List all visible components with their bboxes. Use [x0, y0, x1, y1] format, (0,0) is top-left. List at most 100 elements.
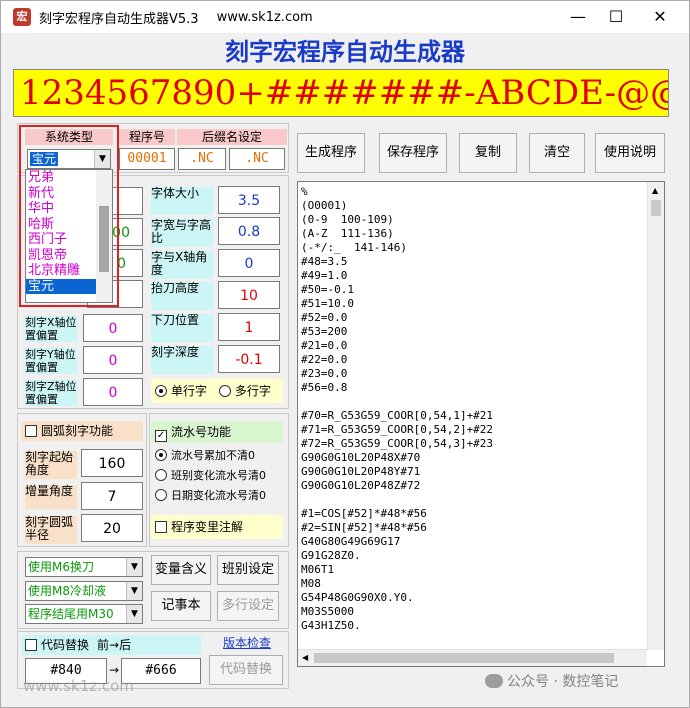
width-ratio-label: 字宽与字高比	[151, 218, 213, 247]
replace-checkbox[interactable]: 代码替换 前→后	[21, 635, 201, 655]
x-angle-label: 字与X轴角度	[151, 251, 213, 279]
shift-setting-button[interactable]: 班别设定	[217, 555, 279, 585]
scrollbar-thumb[interactable]	[314, 653, 614, 663]
multi-setting-button[interactable]: 多行设定	[217, 591, 279, 621]
code-line: (A-Z 111-136)	[301, 227, 394, 240]
clear-button[interactable]: 清空	[529, 133, 585, 173]
code-replace-button[interactable]: 代码替换	[209, 655, 283, 685]
increment-angle-input[interactable]: 7	[81, 482, 143, 510]
code-line: #52=0.0	[301, 311, 348, 324]
code-line: #21=0.0	[301, 339, 348, 352]
comment-checkbox-label: 程序变里注解	[171, 520, 244, 534]
code-line: M03S5000	[301, 605, 354, 618]
watermark-left: www.sk1z.com	[23, 677, 134, 695]
multi-line-radio[interactable]: 多行字	[218, 384, 271, 398]
m8-select[interactable]: 使用M8冷却液 ▼	[25, 581, 143, 601]
checkbox-empty-icon	[25, 639, 37, 651]
x-offset-label: 刻字X轴位置偏置	[25, 316, 77, 342]
code-line: #71=R_G53G59_COOR[0,54,2]+#22	[301, 423, 494, 436]
code-line: #22=0.0	[301, 353, 348, 366]
suffix-input-2[interactable]: .NC	[229, 148, 285, 170]
arc-radius-input[interactable]: 20	[81, 514, 143, 542]
code-output[interactable]: % (O0001) (0-9 100-109) (A-Z 111-136) (-*/:_…	[297, 181, 665, 667]
code-line: G90G0G10L20P48Y#71	[301, 465, 421, 478]
x-offset-input[interactable]: 0	[83, 314, 143, 342]
width-ratio-input[interactable]: 0.8	[218, 217, 280, 245]
suffix-input-1[interactable]: .NC	[178, 148, 226, 170]
code-vertical-scrollbar[interactable]: ▲	[647, 182, 664, 650]
main-title: 刻字宏程序自动生成器	[225, 37, 465, 66]
program-no-label: 程序号	[119, 129, 175, 145]
close-icon[interactable]: ✕	[637, 1, 683, 33]
m30-select[interactable]: 程序结尾用M30 ▼	[25, 604, 143, 624]
code-line: (0-9 100-109)	[301, 213, 394, 226]
maximize-icon[interactable]: ☐	[593, 1, 639, 33]
suffix-label: 后缀名设定	[177, 129, 287, 145]
radio-selected-icon	[155, 449, 167, 461]
serial-checkbox[interactable]: ✓ 流水号功能	[151, 421, 283, 443]
radio-empty-icon	[218, 385, 231, 397]
replace-direction: 前→后	[97, 638, 132, 652]
lift-height-label: 抬刀高度	[151, 282, 213, 310]
font-size-label: 字体大小	[151, 187, 213, 215]
lift-height-input[interactable]: 10	[218, 281, 280, 309]
scroll-up-icon[interactable]: ▲	[652, 186, 658, 195]
radio-empty-icon	[155, 489, 167, 501]
generate-button[interactable]: 生成程序	[297, 133, 365, 173]
z-offset-label: 刻字Z轴位置偏置	[25, 380, 77, 406]
m8-select-value: 使用M8冷却液	[28, 584, 106, 598]
watermark-right-text: 公众号 · 数控笔记	[507, 674, 619, 690]
window-title: 刻字宏程序自动生成器V5.3	[39, 11, 199, 27]
help-button[interactable]: 使用说明	[595, 133, 665, 173]
code-line: #50=-0.1	[301, 283, 354, 296]
z-offset-input[interactable]: 0	[83, 378, 143, 406]
arrow-right-icon: →	[109, 663, 120, 677]
watermark-right: 公众号 · 数控笔记	[485, 671, 618, 691]
code-line: M06T1	[301, 563, 335, 576]
comment-checkbox[interactable]: 程序变里注解	[151, 515, 283, 539]
code-line: #2=SIN[#52]*#48*#56	[301, 521, 427, 534]
m6-select[interactable]: 使用M6换刀 ▼	[25, 557, 143, 577]
code-line: #70=R_G53G59_COOR[0,54,1]+#21	[301, 409, 494, 422]
copy-button[interactable]: 复制	[459, 133, 517, 173]
code-line: #1=COS[#52]*#48*#56	[301, 507, 427, 520]
serial-opt2-radio[interactable]: 班别变化流水号清0	[155, 467, 266, 483]
code-line: M08	[301, 577, 321, 590]
checkbox-checked-icon: ✓	[155, 430, 167, 442]
scroll-left-icon[interactable]: ◀	[302, 653, 308, 662]
serial-opt3-label: 日期变化流水号清0	[171, 489, 266, 502]
serial-opt2-label: 班别变化流水号清0	[171, 469, 266, 482]
checkbox-empty-icon	[155, 521, 167, 533]
code-line: (-*/:_ 141-146)	[301, 241, 407, 254]
y-offset-input[interactable]: 0	[83, 346, 143, 374]
engrave-depth-input[interactable]: -0.1	[218, 345, 280, 373]
font-size-input[interactable]: 3.5	[218, 186, 280, 214]
code-line: #56=0.8	[301, 381, 348, 394]
arc-checkbox-label: 圆弧刻字功能	[41, 424, 114, 438]
code-line: #51=10.0	[301, 297, 354, 310]
scrollbar-thumb[interactable]	[651, 200, 661, 216]
version-check-link[interactable]: 版本检查	[223, 634, 271, 651]
x-angle-input[interactable]: 0	[218, 249, 280, 277]
code-line: G90G0G10L20P48X#70	[301, 451, 421, 464]
code-line: #53=200	[301, 325, 348, 338]
code-line: #23=0.0	[301, 367, 348, 380]
radio-empty-icon	[155, 469, 167, 481]
serial-opt3-radio[interactable]: 日期变化流水号清0	[155, 487, 266, 503]
radio-selected-icon	[155, 385, 167, 397]
arc-checkbox[interactable]: 圆弧刻字功能	[21, 421, 143, 441]
code-horizontal-scrollbar[interactable]: ◀	[298, 649, 647, 666]
var-meaning-button[interactable]: 变量含义	[151, 555, 211, 585]
save-button[interactable]: 保存程序	[379, 133, 447, 173]
program-no-input[interactable]: 00001	[119, 148, 175, 170]
engrave-depth-label: 刻字深度	[151, 346, 213, 374]
serial-opt1-radio[interactable]: 流水号累加不清0	[155, 447, 255, 463]
single-line-radio[interactable]: 单行字	[155, 384, 207, 398]
code-line: G90G0G10L20P48Z#72	[301, 479, 421, 492]
start-angle-input[interactable]: 160	[81, 449, 143, 477]
plunge-position-input[interactable]: 1	[218, 313, 280, 341]
code-line: G91G28Z0.	[301, 549, 361, 562]
notepad-button[interactable]: 记事本	[151, 591, 211, 621]
y-offset-label: 刻字Y轴位置偏置	[25, 348, 77, 374]
